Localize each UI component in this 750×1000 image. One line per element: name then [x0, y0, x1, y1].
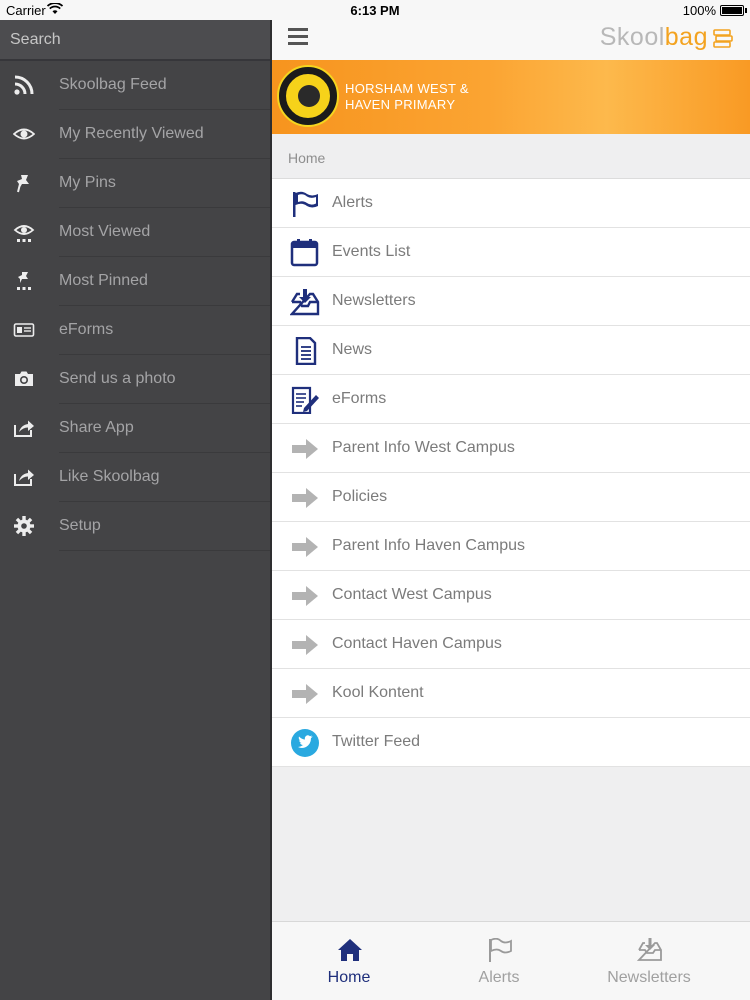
list-item-newsletters[interactable]: Newsletters	[272, 277, 750, 326]
id-card-icon	[13, 319, 35, 341]
breadcrumb: Home	[272, 134, 750, 179]
sidebar-item-label: eForms	[59, 321, 114, 338]
sidebar-item-send-photo[interactable]: Send us a photo	[0, 355, 272, 404]
school-crest-icon	[277, 65, 339, 127]
search-bar	[0, 20, 272, 61]
tab-alerts[interactable]: Alerts	[424, 922, 574, 1000]
sidebar-item-label: Most Viewed	[59, 223, 151, 240]
camera-icon	[13, 368, 35, 390]
list-item-eforms[interactable]: eForms	[272, 375, 750, 424]
sidebar-item-label: My Pins	[59, 174, 116, 191]
arrow-right-icon	[290, 582, 320, 610]
list-item-parent-info-haven[interactable]: Parent Info Haven Campus	[272, 522, 750, 571]
sidebar-item-label: Send us a photo	[59, 370, 176, 387]
arrow-right-icon	[290, 680, 320, 708]
school-name: HORSHAM WEST & HAVEN PRIMARY	[345, 81, 469, 112]
rss-icon	[13, 74, 35, 96]
sidebar-item-label: Share App	[59, 419, 134, 436]
pin-ranked-icon	[13, 270, 35, 292]
main-panel: Skoolbag HORSHAM WEST & HAVEN PRIMARY Ho…	[272, 20, 750, 1000]
sidebar-item-eforms[interactable]: eForms	[0, 306, 272, 355]
list-item-contact-haven[interactable]: Contact Haven Campus	[272, 620, 750, 669]
tab-home[interactable]: Home	[274, 922, 424, 1000]
twitter-icon	[290, 729, 320, 757]
home-menu-list: Alerts Events List Newsletters News eFor…	[272, 179, 750, 767]
inbox-download-icon	[636, 938, 663, 962]
list-item-contact-west[interactable]: Contact West Campus	[272, 571, 750, 620]
arrow-right-icon	[290, 484, 320, 512]
sidebar-item-label: Most Pinned	[59, 272, 148, 289]
arrow-right-icon	[290, 631, 320, 659]
menu-icon[interactable]	[288, 28, 308, 46]
sidebar-item-label: Like Skoolbag	[59, 468, 160, 485]
sidebar-item-skoolbag-feed[interactable]: Skoolbag Feed	[0, 61, 272, 110]
sidebar-item-label: Skoolbag Feed	[59, 76, 167, 93]
list-item-policies[interactable]: Policies	[272, 473, 750, 522]
sidebar-item-recently-viewed[interactable]: My Recently Viewed	[0, 110, 272, 159]
arrow-right-icon	[290, 533, 320, 561]
pin-icon	[13, 172, 35, 194]
sidebar-item-setup[interactable]: Setup	[0, 502, 272, 551]
eye-icon	[12, 123, 36, 145]
share-icon	[13, 417, 35, 439]
sidebar-item-label: My Recently Viewed	[59, 125, 204, 142]
side-menu: Skoolbag Feed My Recently Viewed My Pins…	[0, 20, 272, 1000]
arrow-right-icon	[290, 435, 320, 463]
share-icon	[13, 466, 35, 488]
list-item-events-list[interactable]: Events List	[272, 228, 750, 277]
sidebar-item-like-skoolbag[interactable]: Like Skoolbag	[0, 453, 272, 502]
sidebar-item-my-pins[interactable]: My Pins	[0, 159, 272, 208]
list-item-parent-info-west[interactable]: Parent Info West Campus	[272, 424, 750, 473]
list-item-news[interactable]: News	[272, 326, 750, 375]
flag-icon	[290, 190, 320, 218]
inbox-download-icon	[289, 288, 320, 316]
status-bar: Carrier 6:13 PM 100%	[0, 0, 750, 20]
gear-icon	[13, 515, 35, 537]
document-icon	[290, 336, 320, 366]
sidebar-item-label: Setup	[59, 517, 101, 534]
sidebar-item-most-viewed[interactable]: Most Viewed	[0, 208, 272, 257]
clock: 6:13 PM	[350, 3, 400, 18]
list-item-kool-kontent[interactable]: Kool Kontent	[272, 669, 750, 718]
books-logo-icon	[712, 26, 734, 52]
list-item-alerts[interactable]: Alerts	[272, 179, 750, 228]
search-input[interactable]	[10, 28, 260, 52]
flag-icon	[487, 937, 513, 962]
sidebar-item-share-app[interactable]: Share App	[0, 404, 272, 453]
battery-icon	[720, 5, 744, 16]
eye-ranked-icon	[13, 221, 35, 243]
top-bar: Skoolbag	[272, 20, 750, 60]
school-banner: HORSHAM WEST & HAVEN PRIMARY	[272, 60, 750, 134]
sidebar-item-most-pinned[interactable]: Most Pinned	[0, 257, 272, 306]
app-logo: Skoolbag	[599, 23, 708, 51]
tab-newsletters[interactable]: Newsletters	[574, 922, 724, 1000]
list-item-twitter-feed[interactable]: Twitter Feed	[272, 718, 750, 767]
calendar-icon	[290, 239, 320, 267]
home-icon	[337, 938, 363, 962]
battery-percent: 100%	[682, 3, 716, 18]
form-edit-icon	[290, 386, 320, 415]
tab-bar: Home Alerts Newsletters	[272, 921, 750, 1000]
